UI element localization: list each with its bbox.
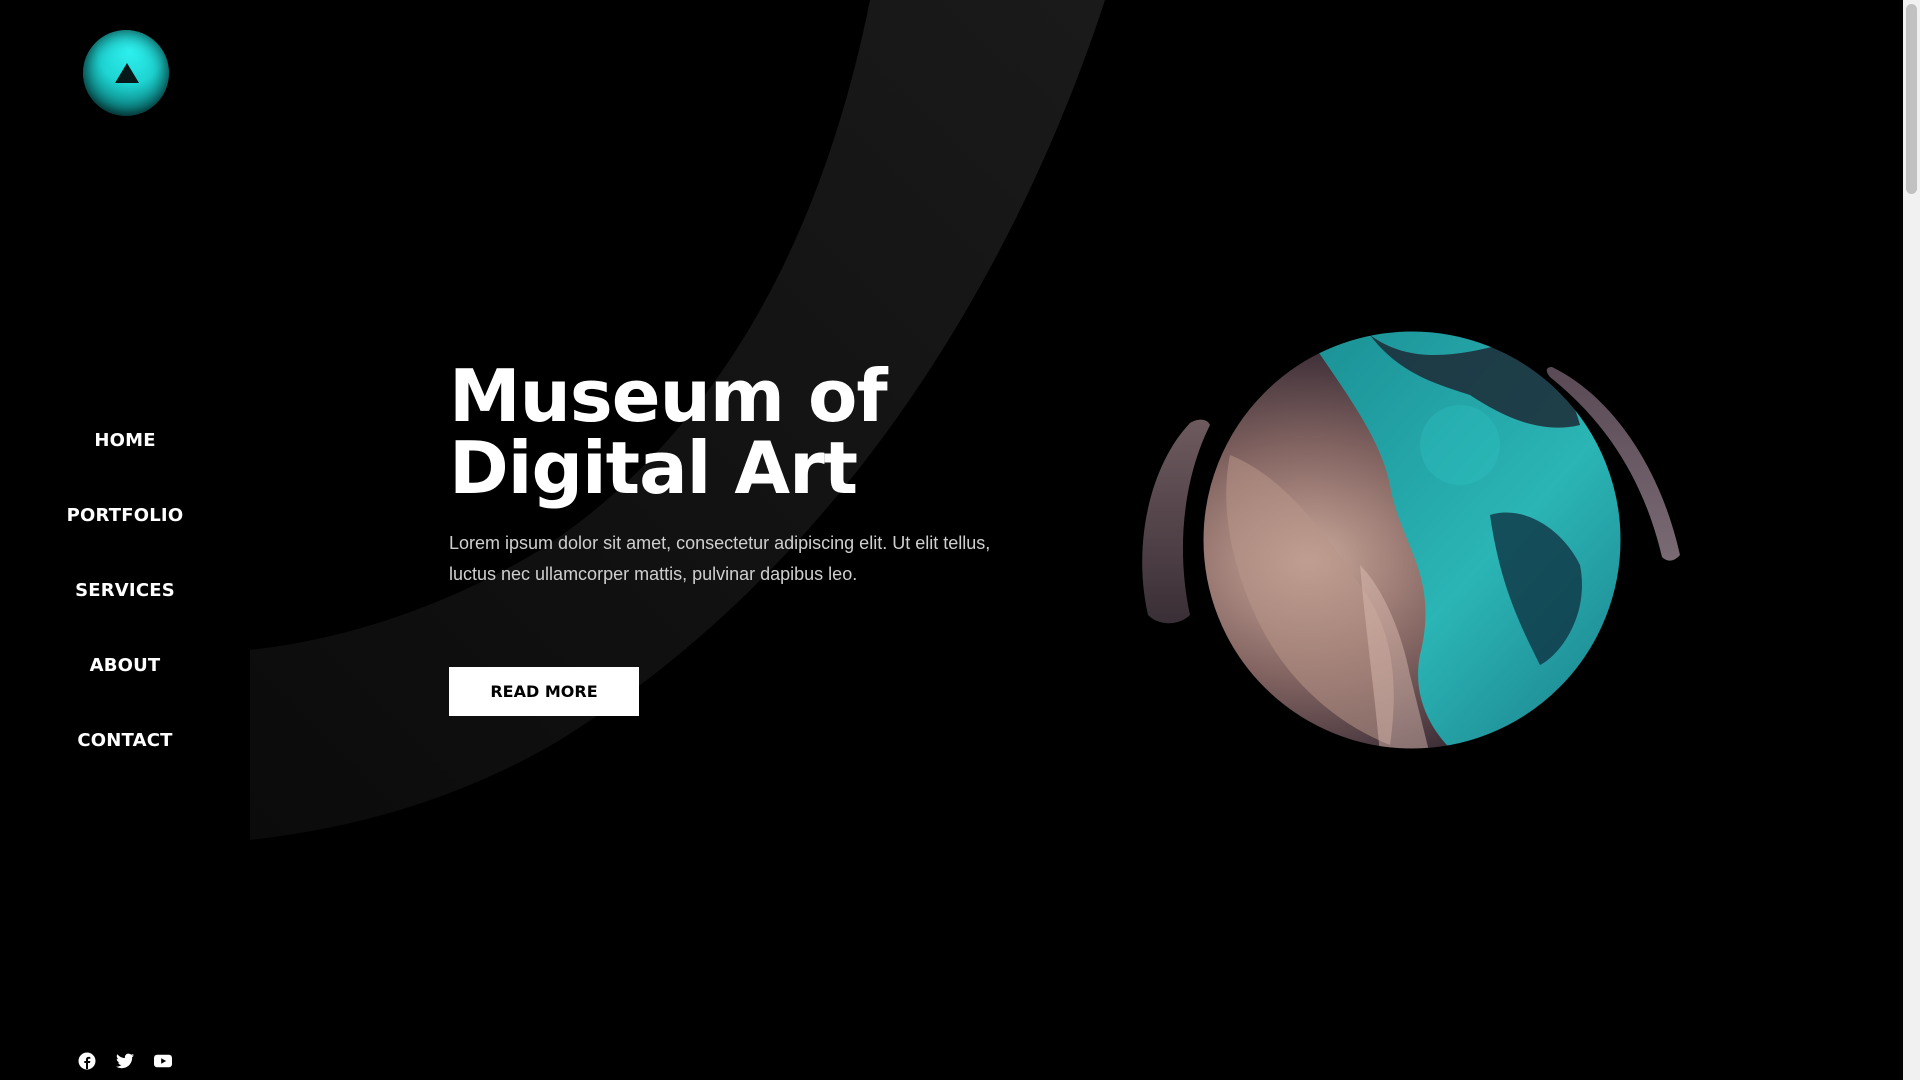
facebook-icon[interactable] xyxy=(78,1052,96,1070)
nav-item-contact[interactable]: CONTACT xyxy=(77,730,172,805)
nav-item-portfolio[interactable]: PORTFOLIO xyxy=(67,505,184,580)
read-more-button[interactable]: READ MORE xyxy=(449,667,639,716)
hero-title-line2: Digital Art xyxy=(449,426,858,510)
hero-description: Lorem ipsum dolor sit amet, consectetur … xyxy=(449,533,991,584)
page-scrollbar[interactable] xyxy=(1903,0,1920,1080)
scrollbar-thumb[interactable] xyxy=(1906,4,1917,194)
main-nav: HOME PORTFOLIO SERVICES ABOUT CONTACT xyxy=(0,430,250,805)
logo[interactable] xyxy=(83,30,169,116)
nav-item-services[interactable]: SERVICES xyxy=(75,580,175,655)
triangle-logo-icon xyxy=(115,63,139,83)
hero-title-line1: Museum of xyxy=(449,354,888,438)
social-links xyxy=(78,1052,172,1070)
twitter-icon[interactable] xyxy=(116,1052,134,1070)
hero-title: Museum of Digital Art xyxy=(449,360,1049,504)
youtube-icon[interactable] xyxy=(154,1052,172,1070)
nav-item-about[interactable]: ABOUT xyxy=(90,655,161,730)
hero-artwork xyxy=(1142,328,1680,752)
nav-item-home[interactable]: HOME xyxy=(94,430,155,505)
page: HOME PORTFOLIO SERVICES ABOUT CONTACT Mu… xyxy=(0,0,1920,1080)
